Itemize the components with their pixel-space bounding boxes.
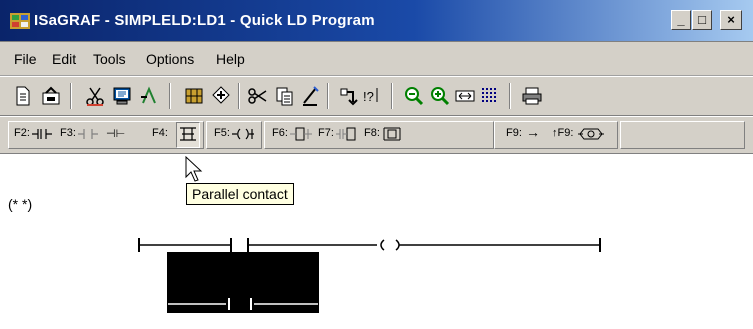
toolbar-separator: [327, 83, 329, 109]
toolbar-separator: [238, 83, 240, 109]
ld-element-toolbar: F2: F3: ⊣⊢ F4: F5: F6: F7: F8: F9: → ↑F9…: [0, 116, 753, 154]
svg-text:!?: !?: [363, 89, 374, 104]
find-icon[interactable]: !?: [361, 85, 383, 107]
empty-group: [620, 121, 745, 149]
file-icon[interactable]: [12, 85, 34, 107]
jump-icon[interactable]: [337, 85, 359, 107]
f3-key-label: F3:: [60, 127, 76, 139]
cross-reference-icon[interactable]: [138, 85, 160, 107]
mouse-pointer-icon: [185, 156, 203, 182]
rung-comment[interactable]: (* *): [8, 196, 32, 212]
grid-icon[interactable]: [479, 85, 501, 107]
split-icon[interactable]: [210, 85, 232, 107]
f5-key-label: F5:: [214, 127, 230, 139]
menu-help[interactable]: Help: [216, 51, 245, 67]
app-window: ISaGRAF - SIMPLELD:LD1 - Quick LD Progra…: [0, 0, 753, 329]
title-bar[interactable]: ISaGRAF - SIMPLELD:LD1 - Quick LD Progra…: [0, 0, 753, 42]
menu-options[interactable]: Options: [146, 51, 194, 67]
close-button[interactable]: ×: [720, 10, 742, 30]
maximize-button[interactable]: □: [692, 10, 712, 30]
toolbar-separator: [169, 83, 171, 109]
f9-jump-arrow-icon[interactable]: →: [526, 124, 540, 140]
fit-icon[interactable]: [454, 85, 476, 107]
menu-bar: File Edit Tools Options Help: [0, 42, 753, 76]
f2-key-label: F2:: [14, 127, 30, 139]
monitor-icon[interactable]: [111, 85, 133, 107]
print-icon[interactable]: [521, 85, 543, 107]
f7-key-label: F7:: [318, 127, 334, 139]
f2-contact-icon[interactable]: [32, 126, 52, 142]
coil-symbol[interactable]: [380, 239, 400, 251]
menu-tools[interactable]: Tools: [93, 51, 126, 67]
paste-icon[interactable]: [300, 85, 322, 107]
menu-file[interactable]: File: [14, 51, 37, 67]
f6-key-label: F6:: [272, 127, 288, 139]
ladder-diagram: [138, 238, 601, 313]
menu-edit[interactable]: Edit: [52, 51, 76, 67]
f8-parallel-block-icon[interactable]: [382, 126, 402, 142]
toolbar-separator: [70, 83, 72, 109]
window-title: ISaGRAF - SIMPLELD:LD1 - Quick LD Progra…: [34, 12, 375, 29]
main-toolbar: !?: [0, 76, 753, 116]
dictionary-icon[interactable]: [183, 85, 205, 107]
f4-key-label: F4:: [152, 127, 168, 139]
ld-editor-canvas[interactable]: (* *) Parallel contact: [0, 154, 753, 329]
f4-parallel-contact-icon[interactable]: [178, 126, 198, 142]
f3-series-label: ⊣⊢: [106, 128, 126, 140]
minimize-button[interactable]: _: [671, 10, 691, 30]
zoom-out-icon[interactable]: [403, 85, 425, 107]
f6-block-icon[interactable]: [290, 126, 312, 142]
f5-coil-icon[interactable]: [232, 126, 254, 142]
f9-key-label: F9:: [506, 127, 522, 139]
shift-f9-return-icon[interactable]: [578, 126, 604, 142]
tooltip: Parallel contact: [186, 183, 294, 205]
cut-tool-icon[interactable]: [84, 85, 106, 107]
copy-icon[interactable]: [274, 85, 296, 107]
f8-key-label: F8:: [364, 127, 380, 139]
toolbar-separator: [391, 83, 393, 109]
contact-symbol[interactable]: [230, 238, 249, 252]
toolbar-separator: [509, 83, 511, 109]
zoom-in-icon[interactable]: [429, 85, 451, 107]
cut-icon[interactable]: [247, 85, 269, 107]
shift-f9-key-label: ↑F9:: [552, 127, 574, 139]
f3-contact-icon[interactable]: [78, 126, 98, 142]
isagraf-app-icon: [10, 13, 30, 29]
f7-block-icon[interactable]: [336, 126, 358, 142]
save-icon[interactable]: [40, 85, 62, 107]
